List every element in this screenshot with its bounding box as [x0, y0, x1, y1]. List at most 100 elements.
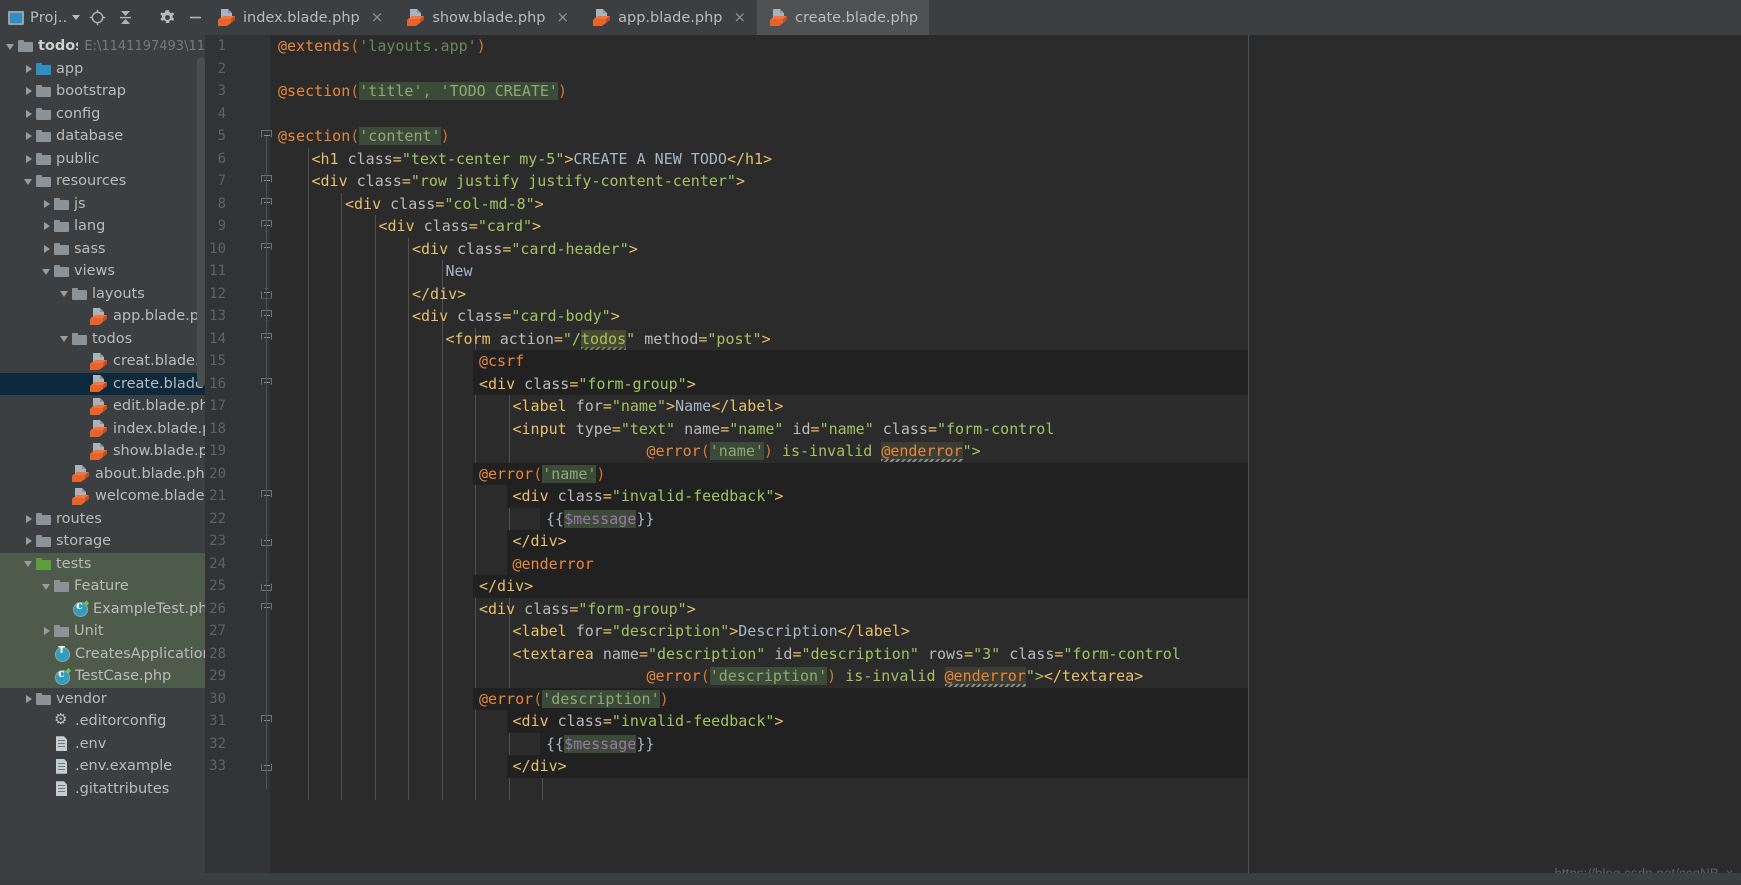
- chevron-down-icon[interactable]: [40, 265, 53, 278]
- code-line-17[interactable]: <label for="name">Name</label>: [513, 395, 784, 418]
- tree-item-bootstrap[interactable]: bootstrap: [0, 80, 205, 103]
- code-line-24[interactable]: @enderror: [513, 553, 594, 576]
- chevron-down-icon[interactable]: [4, 40, 17, 53]
- tree-item-lang[interactable]: lang: [0, 215, 205, 238]
- tree-item-testcase-php[interactable]: TestCase.php: [0, 665, 205, 688]
- code-line-16[interactable]: <div class="form-group">: [479, 373, 696, 396]
- tree-item-unit[interactable]: Unit: [0, 620, 205, 643]
- editor-tab-app-blade-php[interactable]: app.blade.php ×: [580, 0, 757, 35]
- code-line-22[interactable]: {{$message}}: [546, 508, 654, 531]
- code-line-26[interactable]: <div class="form-group">: [479, 598, 696, 621]
- code-line-7[interactable]: <div class="row justify justify-content-…: [312, 170, 745, 193]
- chevron-right-icon[interactable]: [40, 220, 53, 233]
- tree-root-todos[interactable]: todos E:\1141197493\11: [0, 35, 205, 58]
- code-line-32[interactable]: {{$message}}: [546, 733, 654, 756]
- tree-item-tests[interactable]: tests: [0, 552, 205, 575]
- code-line-15[interactable]: @csrf: [479, 350, 524, 373]
- code-line-23[interactable]: </div>: [513, 530, 567, 553]
- locate-icon[interactable]: [86, 7, 108, 29]
- code-line-18[interactable]: <input type="text" name="name" id="name"…: [513, 418, 1055, 441]
- project-tree[interactable]: todos E:\1141197493\11 app bootstrap confi…: [0, 35, 205, 885]
- code-line-6[interactable]: <h1 class="text-center my-5">CREATE A NE…: [312, 148, 773, 171]
- tree-item-database[interactable]: database: [0, 125, 205, 148]
- tree-item-views[interactable]: views: [0, 260, 205, 283]
- tree-item-vendor[interactable]: vendor: [0, 688, 205, 711]
- tree-item-create-blade-php[interactable]: create.blade.php: [0, 372, 205, 395]
- code-line-5[interactable]: @section('content'): [278, 125, 450, 148]
- project-tool-label[interactable]: Proj..: [30, 10, 67, 26]
- chevron-down-icon[interactable]: [22, 175, 35, 188]
- tree-item-welcome-blade-php[interactable]: welcome.blade.php: [0, 485, 205, 508]
- code-line-1[interactable]: @extends('layouts.app'): [278, 35, 486, 58]
- tree-item--editorconfig[interactable]: .editorconfig: [0, 710, 205, 733]
- tab-close-icon[interactable]: ×: [371, 10, 384, 25]
- chevron-right-icon[interactable]: [22, 62, 35, 75]
- code-line-30[interactable]: @error('description'): [479, 688, 669, 711]
- tree-item-show-blade-php[interactable]: show.blade.php: [0, 440, 205, 463]
- chevron-down-icon[interactable]: [58, 287, 71, 300]
- code-line-19[interactable]: @error('name') is-invalid @enderror">: [647, 440, 981, 463]
- editor-tab-index-blade-php[interactable]: index.blade.php ×: [205, 0, 394, 35]
- code-line-12[interactable]: </div>: [412, 283, 466, 306]
- chevron-right-icon[interactable]: [22, 152, 35, 165]
- code-line-8[interactable]: <div class="col-md-8">: [345, 193, 544, 216]
- editor-tab-show-blade-php[interactable]: show.blade.php ×: [394, 0, 580, 35]
- code-line-27[interactable]: <label for="description">Description</la…: [513, 620, 910, 643]
- tree-item-index-blade-php[interactable]: index.blade.php: [0, 418, 205, 441]
- tree-item-layouts[interactable]: layouts: [0, 283, 205, 306]
- chevron-right-icon[interactable]: [22, 512, 35, 525]
- code-line-31[interactable]: <div class="invalid-feedback">: [513, 710, 784, 733]
- chevron-right-icon[interactable]: [22, 85, 35, 98]
- code-line-14[interactable]: <form action="/todos" method="post">: [446, 328, 771, 351]
- tree-item-routes[interactable]: routes: [0, 508, 205, 531]
- code-line-33[interactable]: </div>: [513, 755, 567, 778]
- chevron-down-icon[interactable]: [72, 15, 81, 20]
- code-line-9[interactable]: <div class="card">: [379, 215, 542, 238]
- tab-close-icon[interactable]: ×: [733, 10, 746, 25]
- collapse-all-icon[interactable]: [114, 7, 136, 29]
- code-line-28[interactable]: <textarea name="description" id="descrip…: [513, 643, 1181, 666]
- tree-item--gitattributes[interactable]: .gitattributes: [0, 778, 205, 801]
- tree-item-resources[interactable]: resources: [0, 170, 205, 193]
- tree-item-creat-blade-php[interactable]: creat.blade.php: [0, 350, 205, 373]
- tree-item-js[interactable]: js: [0, 193, 205, 216]
- code-line-20[interactable]: @error('name'): [479, 463, 605, 486]
- tree-item--env[interactable]: .env: [0, 733, 205, 756]
- code-line-3[interactable]: @section('title', 'TODO CREATE'): [278, 80, 567, 103]
- chevron-down-icon[interactable]: [40, 580, 53, 593]
- tree-item-app-blade-php[interactable]: app.blade.php: [0, 305, 205, 328]
- tree-scrollbar[interactable]: [197, 57, 205, 387]
- editor-tab-create-blade-php[interactable]: create.blade.php: [757, 0, 930, 35]
- code-line-10[interactable]: <div class="card-header">: [412, 238, 638, 261]
- chevron-right-icon[interactable]: [22, 107, 35, 120]
- chevron-right-icon[interactable]: [40, 242, 53, 255]
- chevron-right-icon[interactable]: [40, 625, 53, 638]
- minimize-icon[interactable]: [184, 7, 206, 29]
- code-line-11[interactable]: New: [446, 260, 473, 283]
- tree-item-todos[interactable]: todos: [0, 328, 205, 351]
- code-line-21[interactable]: <div class="invalid-feedback">: [513, 485, 784, 508]
- tree-item-sass[interactable]: sass: [0, 238, 205, 261]
- tree-item--env-example[interactable]: .env.example: [0, 755, 205, 778]
- editor-gutter[interactable]: 1 2 3 4 5 6 7 8 9 10 11 12 13 14 15 16 17 18 19 20 21 22 23 24 2…: [205, 35, 272, 885]
- tree-item-exampletest-php[interactable]: ExampleTest.php: [0, 597, 205, 620]
- code-line-13[interactable]: <div class="card-body">: [412, 305, 620, 328]
- tree-item-edit-blade-php[interactable]: edit.blade.php: [0, 395, 205, 418]
- tree-item-storage[interactable]: storage: [0, 530, 205, 553]
- chevron-right-icon[interactable]: [22, 535, 35, 548]
- chevron-down-icon[interactable]: [58, 332, 71, 345]
- chevron-right-icon[interactable]: [22, 692, 35, 705]
- tree-item-feature[interactable]: Feature: [0, 575, 205, 598]
- tree-item-about-blade-php[interactable]: about.blade.php: [0, 463, 205, 486]
- code-line-29[interactable]: @error('description') is-invalid @enderr…: [647, 665, 1143, 688]
- code-line-25[interactable]: </div>: [479, 575, 533, 598]
- tree-item-config[interactable]: config: [0, 103, 205, 126]
- tree-item-app[interactable]: app: [0, 58, 205, 81]
- chevron-right-icon[interactable]: [22, 130, 35, 143]
- settings-gear-icon[interactable]: [156, 7, 178, 29]
- tab-close-icon[interactable]: ×: [557, 10, 570, 25]
- tree-item-createsapplication-php[interactable]: CreatesApplication.php: [0, 642, 205, 665]
- chevron-down-icon[interactable]: [22, 557, 35, 570]
- chevron-right-icon[interactable]: [40, 197, 53, 210]
- tree-item-public[interactable]: public: [0, 148, 205, 171]
